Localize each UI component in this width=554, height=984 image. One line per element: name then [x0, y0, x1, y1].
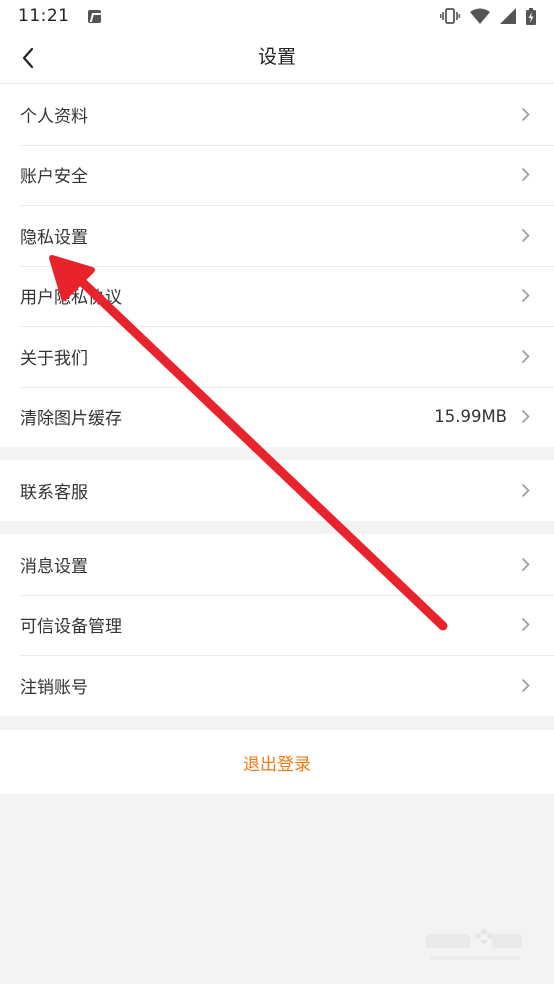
logout-label: 退出登录 [243, 754, 311, 775]
chevron-right-icon [521, 167, 530, 182]
signal-icon [500, 8, 516, 24]
status-bar: 11:21 [0, 0, 554, 32]
row-label: 用户隐私协议 [20, 288, 122, 309]
row-account-security[interactable]: 账户安全 [0, 144, 554, 206]
row-about-us[interactable]: 关于我们 [0, 326, 554, 387]
status-time: 11:21 [18, 6, 70, 26]
row-message-settings[interactable]: 消息设置 [0, 534, 554, 595]
row-label: 账户安全 [20, 167, 88, 188]
chevron-right-icon [521, 617, 530, 632]
back-button[interactable] [12, 42, 44, 74]
settings-group-account: 个人资料 账户安全 隐私设置 用户隐私协议 关于我们 清除图片缓存 15.99M… [0, 84, 554, 447]
app-notification-icon [87, 9, 101, 23]
page-title: 设置 [257, 46, 296, 68]
row-label: 可信设备管理 [20, 617, 122, 638]
settings-group-support: 联系客服 [0, 460, 554, 521]
nav-bar: 设置 [0, 32, 554, 84]
row-privacy-settings[interactable]: 隐私设置 [0, 205, 554, 266]
settings-group-device: 消息设置 可信设备管理 注销账号 [0, 534, 554, 716]
watermark-logo [426, 929, 522, 960]
battery-charging-icon [526, 7, 536, 25]
row-label: 注销账号 [20, 677, 88, 698]
row-delete-account[interactable]: 注销账号 [0, 655, 554, 716]
row-label: 联系客服 [20, 482, 88, 503]
chevron-right-icon [521, 557, 530, 572]
chevron-right-icon [521, 483, 530, 498]
row-privacy-agreement[interactable]: 用户隐私协议 [0, 265, 554, 327]
chevron-right-icon [521, 288, 530, 303]
row-label: 清除图片缓存 [20, 409, 122, 430]
chevron-right-icon [521, 107, 530, 122]
row-label: 关于我们 [20, 348, 88, 369]
row-contact-support[interactable]: 联系客服 [0, 460, 554, 521]
settings-screen: 11:21 设置 个人资料 账户安全 隐私设置 用户隐私协议 关于我们 清除图片… [0, 0, 554, 984]
row-label: 隐私设置 [20, 227, 88, 248]
chevron-right-icon [521, 228, 530, 243]
chevron-right-icon [521, 678, 530, 693]
cache-size-value: 15.99MB [434, 407, 507, 427]
wifi-icon [470, 8, 490, 24]
vibrate-icon [440, 8, 460, 24]
row-label: 个人资料 [20, 106, 88, 127]
row-label: 消息设置 [20, 556, 88, 577]
row-clear-image-cache[interactable]: 清除图片缓存 15.99MB [0, 386, 554, 448]
chevron-right-icon [521, 349, 530, 364]
row-trusted-devices[interactable]: 可信设备管理 [0, 594, 554, 656]
status-icons [440, 7, 536, 25]
row-profile[interactable]: 个人资料 [0, 84, 554, 145]
logout-button[interactable]: 退出登录 [0, 730, 554, 794]
chevron-right-icon [521, 409, 530, 424]
chevron-left-icon [22, 47, 34, 69]
